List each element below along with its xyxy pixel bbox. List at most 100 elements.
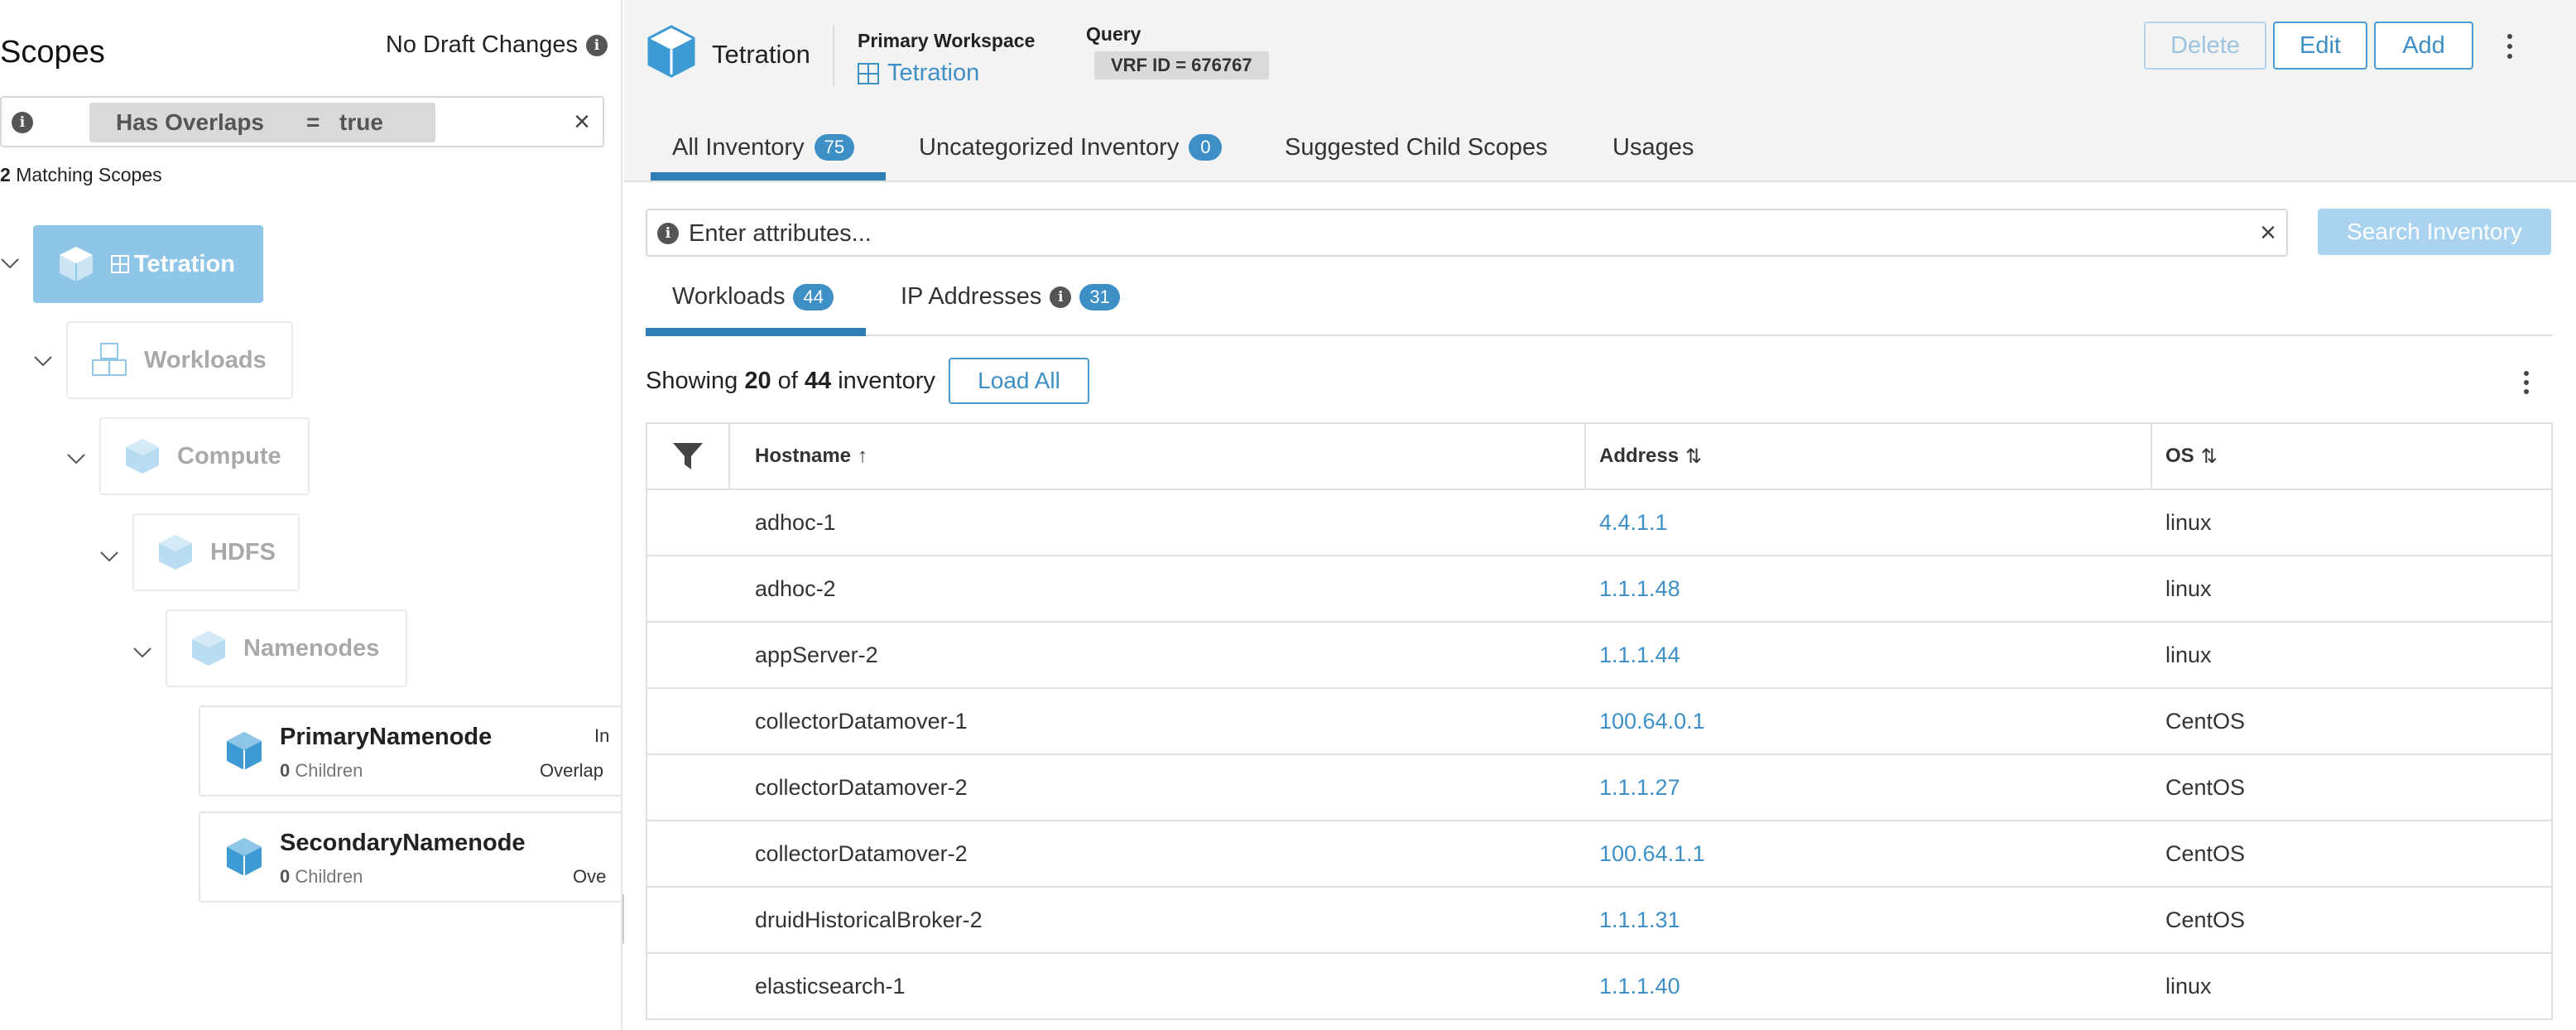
sort-ascending-icon[interactable]: ↑	[858, 445, 867, 468]
scope-node-tetration[interactable]: Tetration	[33, 225, 263, 303]
close-icon[interactable]: ×	[570, 108, 594, 136]
scope-node-namenodes[interactable]: Namenodes	[166, 609, 407, 687]
workspace-link-text: Tetration	[887, 60, 980, 86]
chevron-down-icon[interactable]	[33, 351, 53, 371]
scope-node-label: Namenodes	[243, 634, 380, 662]
load-all-button[interactable]: Load All	[949, 358, 1089, 404]
delete-button[interactable]: Delete	[2144, 22, 2266, 70]
tab-label: Workloads	[672, 283, 786, 310]
column-title: Address	[1599, 445, 1680, 467]
attribute-search-input[interactable]	[689, 217, 2245, 250]
attribute-search[interactable]: i ×	[646, 209, 2288, 257]
scope-name: PrimaryNamenode	[280, 724, 493, 750]
tab-suggested-child-scopes[interactable]: Suggested Child Scopes	[1285, 131, 1548, 164]
more-options-icon[interactable]	[2520, 369, 2533, 396]
more-options-icon[interactable]	[2502, 31, 2518, 61]
address-link[interactable]: 1.1.1.27	[1599, 755, 1680, 820]
search-inventory-button[interactable]: Search Inventory	[2318, 209, 2551, 255]
cube-icon	[126, 439, 159, 474]
filter-value: true	[339, 109, 383, 135]
scope-detail-panel: Tetration Primary Workspace Tetration Qu…	[624, 0, 2576, 1030]
tab-uncategorized-inventory[interactable]: Uncategorized Inventory 0	[919, 131, 1223, 164]
column-header-os[interactable]: OS ⇅	[2165, 424, 2218, 489]
scope-node-hdfs[interactable]: HDFS	[132, 513, 300, 591]
scopes-title: Scopes	[0, 35, 105, 70]
scope-header: Tetration Primary Workspace Tetration Qu…	[624, 0, 2576, 182]
scope-tag: In	[594, 725, 610, 746]
tab-all-inventory[interactable]: All Inventory 75	[672, 131, 855, 164]
table-row[interactable]: collectorDatamover-1 100.64.0.1 CentOS	[647, 689, 2551, 755]
sort-icon[interactable]: ⇅	[2201, 445, 2218, 469]
info-icon[interactable]: i	[12, 112, 33, 133]
column-divider[interactable]	[1584, 424, 1586, 489]
tab-label: Usages	[1612, 133, 1694, 161]
sort-icon[interactable]: ⇅	[1685, 445, 1702, 469]
showing-summary: Showing 20 of 44 inventory	[646, 368, 935, 395]
chevron-down-icon[interactable]	[0, 253, 20, 273]
table-row[interactable]: elasticsearch-1 1.1.1.40 linux	[647, 954, 2551, 1020]
cube-icon	[647, 25, 695, 78]
filter-chip[interactable]: Has Overlaps = true	[89, 103, 435, 142]
table-row[interactable]: collectorDatamover-2 100.64.1.1 CentOS	[647, 821, 2551, 888]
add-button[interactable]: Add	[2374, 22, 2473, 70]
column-divider[interactable]	[2151, 424, 2152, 489]
address-link[interactable]: 1.1.1.44	[1599, 623, 1680, 687]
table-row[interactable]: druidHistoricalBroker-2 1.1.1.31 CentOS	[647, 888, 2551, 954]
edit-button[interactable]: Edit	[2273, 22, 2367, 70]
scope-name: Tetration	[712, 40, 810, 69]
address-link[interactable]: 1.1.1.40	[1599, 954, 1680, 1018]
table-row[interactable]: appServer-2 1.1.1.44 linux	[647, 623, 2551, 689]
hostname-cell: druidHistoricalBroker-2	[755, 907, 983, 932]
table-row[interactable]: adhoc-2 1.1.1.48 linux	[647, 556, 2551, 623]
address-link[interactable]: 1.1.1.31	[1599, 888, 1680, 952]
filter-icon[interactable]	[671, 441, 704, 471]
filter-operator: =	[306, 109, 320, 135]
address-link[interactable]: 1.1.1.48	[1599, 556, 1680, 621]
chevron-down-icon[interactable]	[99, 546, 119, 566]
chevron-down-icon[interactable]	[66, 449, 86, 469]
column-header-hostname[interactable]: Hostname ↑	[755, 424, 867, 489]
table-row[interactable]: adhoc-1 4.4.1.1 linux	[647, 490, 2551, 556]
info-icon[interactable]: i	[1050, 286, 1072, 308]
scope-node-compute[interactable]: Compute	[99, 417, 310, 495]
scope-node-secondarynamenode[interactable]: SecondaryNamenode 0 Children Ove	[199, 811, 621, 902]
scope-node-primarynamenode[interactable]: PrimaryNamenode 0 Children In Overlap	[199, 705, 621, 797]
os-cell: linux	[2165, 973, 2212, 999]
os-cell: CentOS	[2165, 708, 2246, 734]
tab-ip-addresses[interactable]: IP Addresses i 31	[901, 283, 1120, 310]
total-count: 44	[804, 368, 832, 394]
query-chip: VRF ID = 676767	[1094, 51, 1269, 79]
column-filter[interactable]	[647, 424, 730, 489]
draft-status-text: No Draft Changes	[385, 31, 578, 58]
scope-node-label: Workloads	[144, 346, 267, 373]
tab-label: Suggested Child Scopes	[1285, 133, 1548, 161]
address-link[interactable]: 100.64.1.1	[1599, 821, 1705, 886]
info-icon[interactable]: i	[657, 223, 679, 244]
address-link[interactable]: 100.64.0.1	[1599, 689, 1705, 753]
scope-filter-input[interactable]: i Has Overlaps = true ×	[0, 96, 604, 147]
workspace-link[interactable]: Tetration	[858, 60, 979, 87]
scope-node-label: Tetration	[111, 251, 235, 278]
cube-icon	[192, 631, 225, 666]
tab-workloads[interactable]: Workloads 44	[672, 283, 834, 310]
matching-label: Matching Scopes	[16, 164, 162, 185]
tab-usages[interactable]: Usages	[1612, 131, 1694, 164]
info-icon[interactable]: i	[586, 34, 608, 56]
close-icon[interactable]: ×	[2260, 219, 2276, 247]
count-badge: 0	[1189, 134, 1223, 161]
column-header-address[interactable]: Address ⇅	[1599, 424, 1702, 489]
scope-node-workloads[interactable]: Workloads	[66, 321, 293, 399]
hostname-cell: appServer-2	[755, 642, 878, 667]
table-row[interactable]: collectorDatamover-2 1.1.1.27 CentOS	[647, 755, 2551, 821]
matching-count: 2 Matching Scopes	[0, 164, 162, 186]
children-label: Children	[295, 760, 363, 781]
address-link[interactable]: 4.4.1.1	[1599, 490, 1668, 555]
workspace-label: Primary Workspace	[858, 30, 1036, 51]
count-badge: 75	[814, 134, 855, 161]
showing-of: of	[777, 368, 798, 394]
overlap-tag: Ove	[573, 866, 607, 887]
active-tab-indicator	[646, 328, 866, 336]
cube-icon	[60, 247, 93, 282]
column-title: Hostname	[755, 445, 852, 467]
chevron-down-icon[interactable]	[132, 643, 152, 662]
